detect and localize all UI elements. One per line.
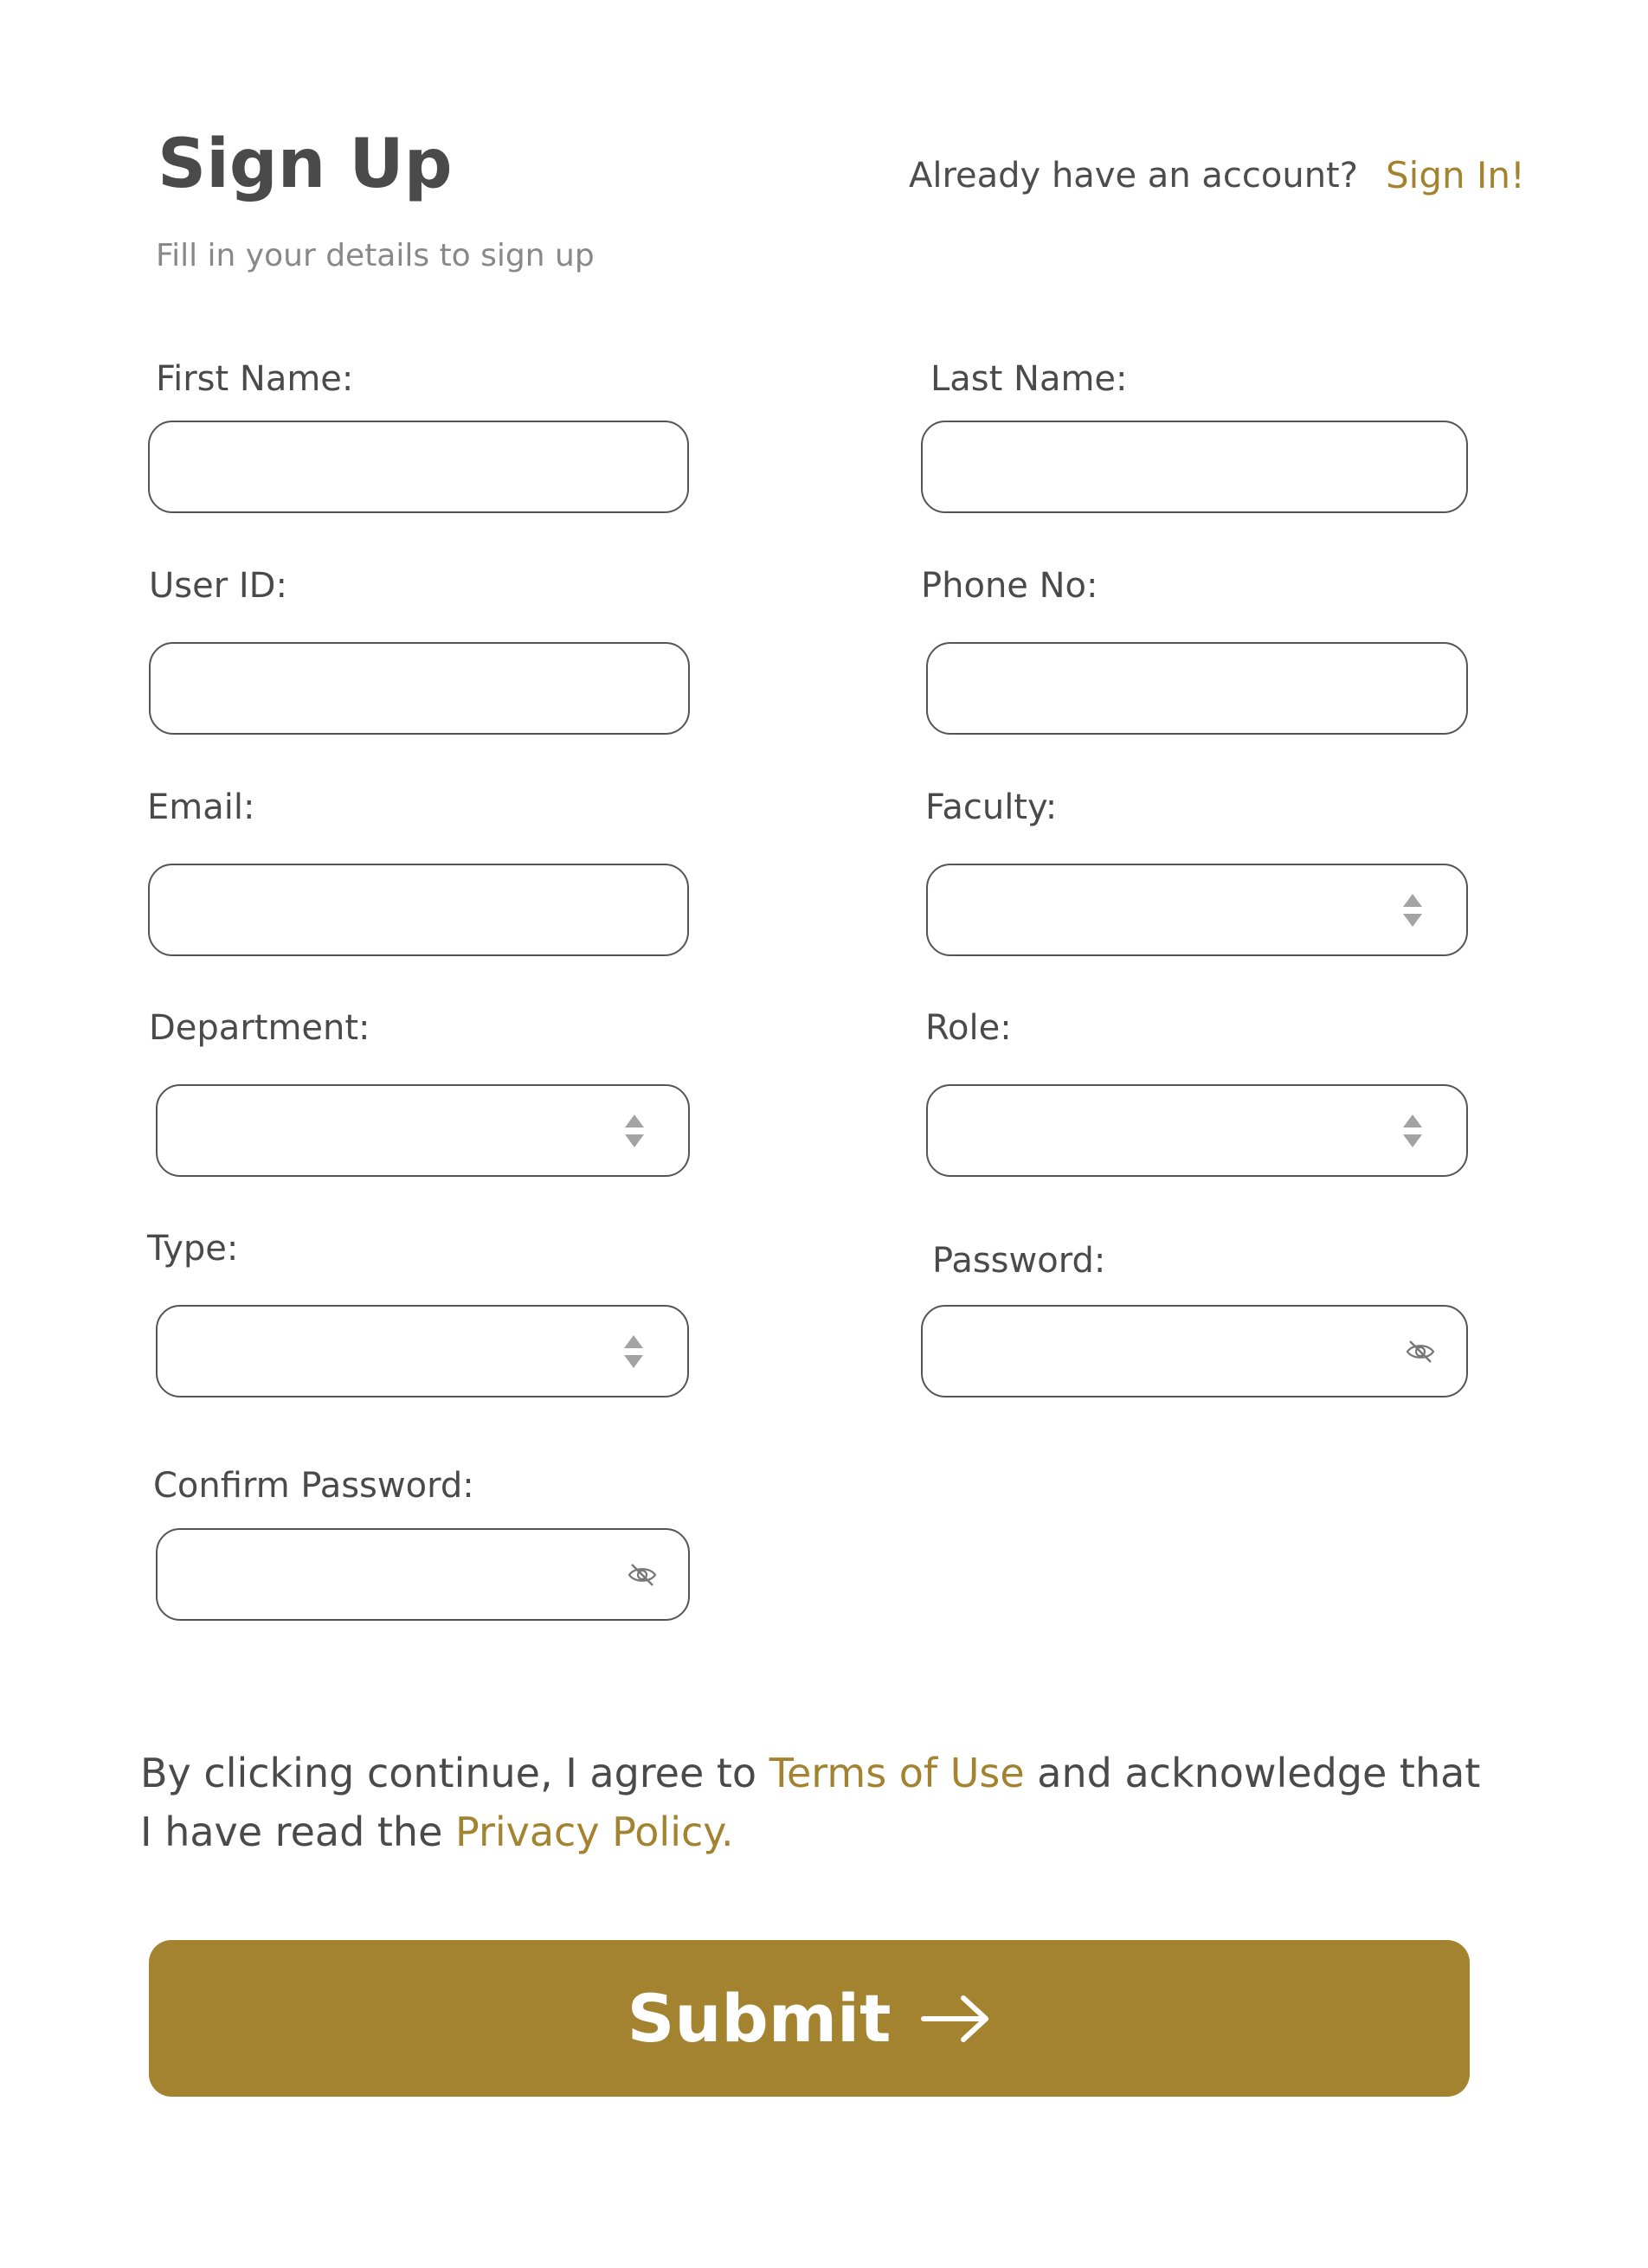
up-down-caret-icon	[625, 1114, 644, 1147]
phone-label: Phone No:	[921, 566, 1098, 606]
arrow-right-icon	[921, 1995, 989, 2042]
password-input[interactable]	[923, 1307, 1466, 1396]
user-id-label: User ID:	[149, 566, 287, 606]
type-label: Type:	[147, 1229, 239, 1269]
last-name-field[interactable]	[921, 421, 1468, 513]
role-label: Role:	[925, 1008, 1012, 1048]
phone-input[interactable]	[928, 644, 1466, 733]
confirm-password-label: Confirm Password:	[153, 1466, 474, 1506]
privacy-policy-link[interactable]: Privacy Policy.	[455, 1809, 734, 1855]
first-name-input[interactable]	[150, 422, 687, 511]
submit-label: Submit	[627, 1980, 892, 2057]
password-field[interactable]	[921, 1305, 1468, 1397]
email-field[interactable]	[148, 864, 689, 956]
page-subtitle: Fill in your details to sign up	[156, 238, 595, 273]
up-down-caret-icon	[1403, 893, 1422, 927]
already-have-account-text: Already have an account?	[909, 156, 1358, 196]
department-label: Department:	[149, 1008, 370, 1048]
confirm-password-input[interactable]	[158, 1530, 688, 1619]
sign-in-link[interactable]: Sign In!	[1386, 154, 1525, 196]
page-title: Sign Up	[158, 125, 453, 203]
last-name-input[interactable]	[923, 422, 1466, 511]
role-value[interactable]	[928, 1086, 1466, 1175]
terms-text: By clicking continue, I agree to Terms o…	[140, 1744, 1490, 1861]
faculty-select[interactable]	[926, 864, 1468, 956]
user-id-input[interactable]	[151, 644, 688, 733]
password-label: Password:	[932, 1241, 1106, 1281]
up-down-caret-icon	[1403, 1114, 1422, 1147]
up-down-caret-icon	[624, 1334, 643, 1368]
email-input[interactable]	[150, 865, 687, 954]
last-name-label: Last Name:	[930, 359, 1128, 399]
phone-field[interactable]	[926, 642, 1468, 735]
first-name-label: First Name:	[156, 359, 354, 399]
email-label: Email:	[147, 787, 255, 827]
submit-button[interactable]: Submit	[149, 1940, 1470, 2097]
department-select[interactable]	[156, 1084, 690, 1177]
faculty-value[interactable]	[928, 865, 1466, 954]
eye-off-icon[interactable]	[1406, 1339, 1435, 1365]
user-id-field[interactable]	[149, 642, 690, 735]
confirm-password-field[interactable]	[156, 1528, 690, 1621]
department-value[interactable]	[158, 1086, 688, 1175]
role-select[interactable]	[926, 1084, 1468, 1177]
type-value[interactable]	[158, 1307, 687, 1396]
type-select[interactable]	[156, 1305, 689, 1397]
eye-off-icon[interactable]	[628, 1562, 657, 1588]
terms-of-use-link[interactable]: Terms of Use	[769, 1750, 1025, 1796]
terms-prefix: By clicking continue, I agree to	[140, 1750, 769, 1796]
first-name-field[interactable]	[148, 421, 689, 513]
faculty-label: Faculty:	[925, 787, 1058, 827]
